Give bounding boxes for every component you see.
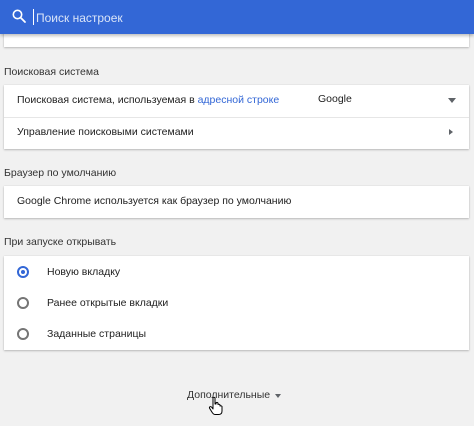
radio-label-new-tab: Новую вкладку <box>47 266 121 278</box>
search-engine-row: Поисковая система, используемая в адресн… <box>4 85 469 117</box>
search-engine-card: Поисковая система, используемая в адресн… <box>4 85 469 149</box>
default-browser-section-title: Браузер по умолчанию <box>4 167 117 179</box>
address-bar-link[interactable]: адресной строке <box>198 94 280 106</box>
search-input-wrapper <box>33 9 336 26</box>
search-engine-select[interactable]: Google <box>318 93 456 109</box>
radio-label-specific-pages: Заданные страницы <box>47 328 147 340</box>
radio-icon[interactable] <box>17 297 29 309</box>
search-toolbar <box>0 0 474 34</box>
default-browser-status: Google Chrome используется как браузер п… <box>17 195 292 207</box>
search-engine-selected-value: Google <box>318 93 352 105</box>
search-engine-label-text: Поисковая система, используемая в <box>17 94 198 106</box>
search-icon[interactable] <box>11 8 27 24</box>
radio-label-previous-tabs: Ранее открытые вкладки <box>47 297 169 309</box>
manage-search-engines-label: Управление поисковыми системами <box>17 126 194 138</box>
caret-down-icon[interactable] <box>275 394 281 398</box>
search-input[interactable] <box>36 10 336 26</box>
default-browser-row: Google Chrome используется как браузер п… <box>4 186 469 218</box>
arrow-right-icon <box>449 129 453 135</box>
search-engine-label: Поисковая система, используемая в адресн… <box>17 94 279 106</box>
hand-cursor-icon <box>208 396 223 415</box>
caret-down-icon <box>448 98 456 103</box>
on-startup-card: Новую вкладку Ранее открытые вкладки Зад… <box>4 256 469 350</box>
advanced-settings-button[interactable]: Дополнительные <box>187 389 270 401</box>
on-startup-section-title: При запуске открывать <box>4 236 117 248</box>
default-browser-card: Google Chrome используется как браузер п… <box>4 186 469 218</box>
search-engine-section-title: Поисковая система <box>4 66 99 78</box>
radio-icon[interactable] <box>17 328 29 340</box>
radio-icon[interactable] <box>17 266 29 278</box>
manage-search-engines-row[interactable]: Управление поисковыми системами <box>4 117 469 149</box>
